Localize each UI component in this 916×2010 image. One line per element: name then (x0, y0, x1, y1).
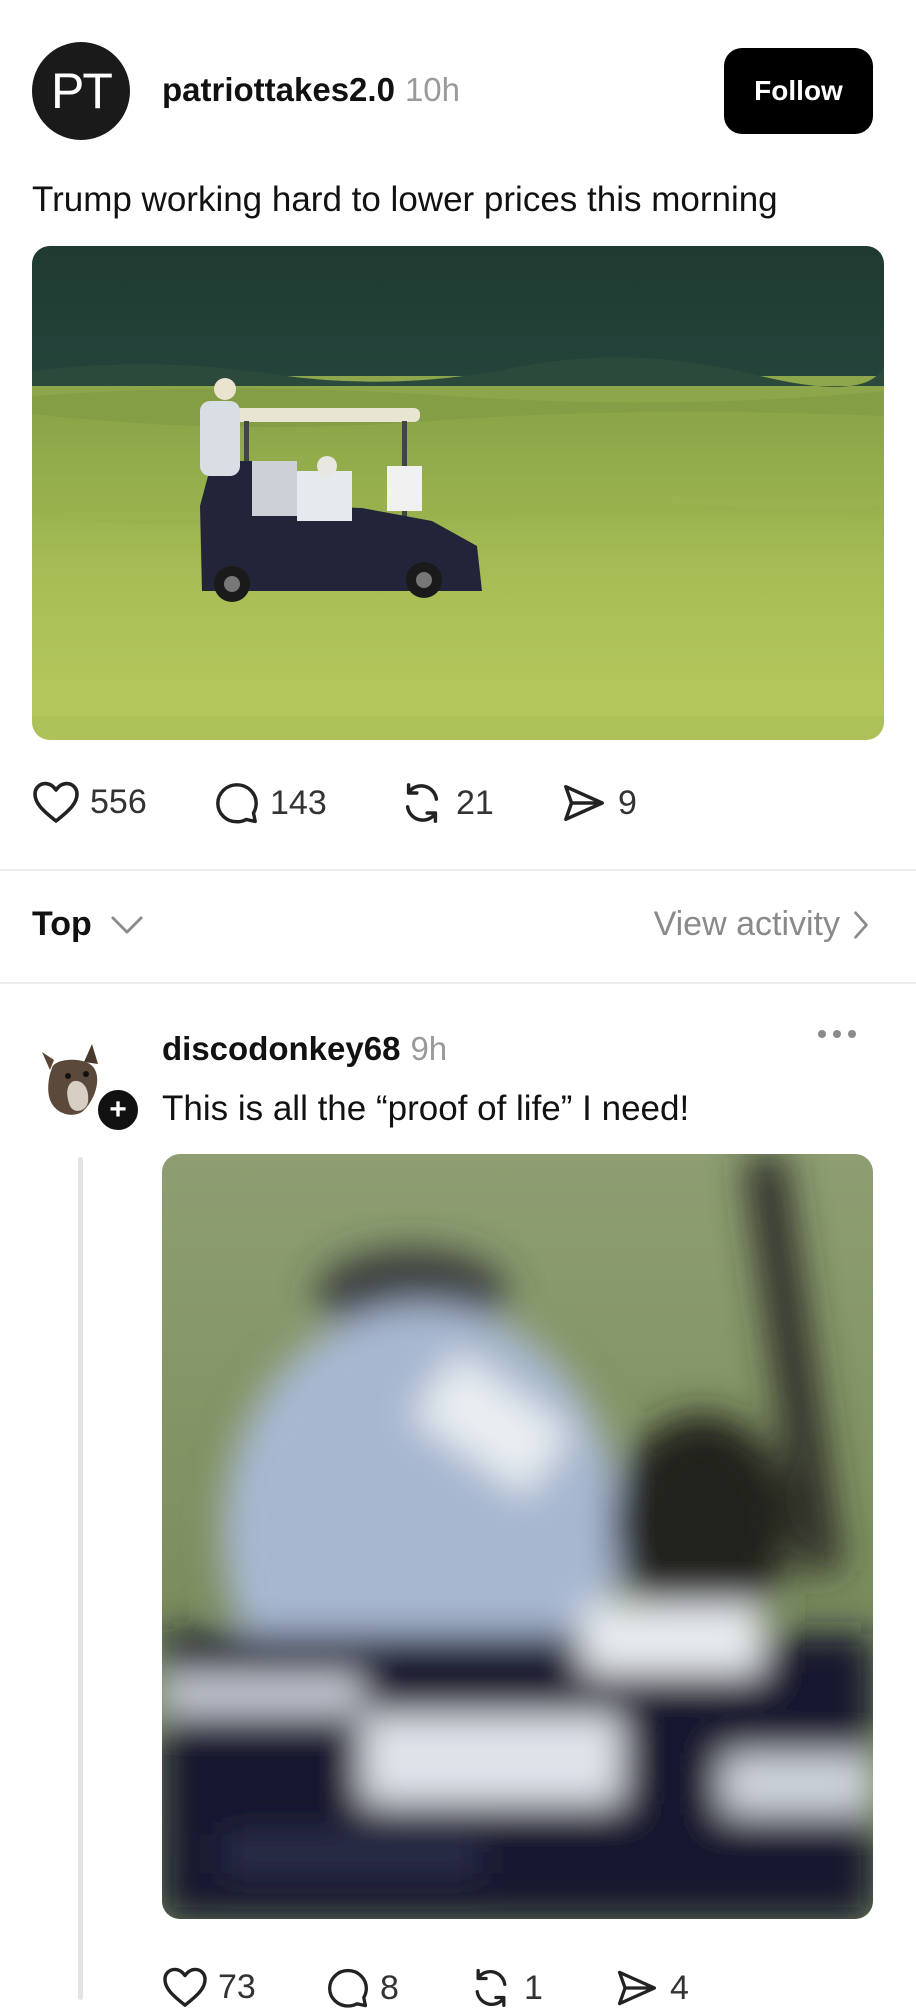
reply-comment-button[interactable]: 8 (326, 1966, 399, 2010)
repost-count: 21 (456, 783, 494, 822)
reply-username[interactable]: discodonkey68 (162, 1030, 400, 1067)
repost-icon (405, 783, 439, 823)
reply-image[interactable] (162, 1154, 873, 1919)
reply-like-count: 73 (218, 1967, 256, 2006)
avatar-initials: PT (51, 63, 113, 119)
repost-button[interactable]: 21 (398, 780, 494, 826)
comment-button[interactable]: 143 (214, 780, 327, 826)
post-text: Trump working hard to lower prices this … (32, 180, 778, 219)
sort-dropdown[interactable]: Top (32, 905, 144, 944)
send-icon (617, 1970, 657, 2006)
follow-plus-badge[interactable]: + (94, 1086, 142, 1134)
reply-author-line: discodonkey68 9h (162, 1030, 447, 1068)
chevron-right-icon (854, 910, 868, 939)
reply-share-count: 4 (670, 1968, 689, 2007)
comment-icon (328, 1968, 368, 2008)
reply-text: This is all the “proof of life” I need! (162, 1089, 690, 1128)
reply-time: 9h (410, 1030, 448, 1067)
author-username[interactable]: patriottakes2.0 (162, 71, 395, 108)
divider (0, 869, 916, 871)
repost-icon (475, 1968, 507, 2008)
author-avatar[interactable]: PT (32, 42, 130, 140)
like-button[interactable]: 556 (32, 780, 147, 824)
more-icon[interactable] (818, 1030, 856, 1038)
reply-comment-count: 8 (380, 1968, 399, 2007)
plus-icon: + (109, 1093, 127, 1126)
like-count: 556 (90, 782, 147, 821)
reply-share-button[interactable]: 4 (614, 1966, 689, 2010)
post-image[interactable] (32, 246, 884, 740)
comment-count: 143 (270, 783, 327, 822)
comment-icon (216, 783, 258, 824)
heart-icon (33, 781, 79, 823)
reply-like-button[interactable]: 73 (162, 1966, 256, 2008)
share-count: 9 (618, 783, 637, 822)
share-button[interactable]: 9 (560, 780, 637, 826)
divider (0, 982, 916, 984)
chevron-down-icon (111, 916, 143, 933)
send-icon (564, 784, 604, 822)
reply-repost-count: 1 (524, 1968, 543, 2007)
view-activity-link[interactable]: View activity (654, 905, 870, 944)
heart-icon (163, 1967, 207, 2007)
follow-button[interactable]: Follow (724, 48, 873, 134)
view-activity-label: View activity (653, 905, 840, 943)
thread-line (78, 1157, 83, 2000)
zoomed-cart-photo (162, 1154, 873, 1919)
post-time: 10h (404, 71, 460, 108)
golf-cart-photo (32, 246, 884, 740)
sort-label: Top (32, 905, 92, 943)
reply-repost-button[interactable]: 1 (468, 1966, 543, 2010)
post-author-line: patriottakes2.0 10h (162, 71, 460, 109)
